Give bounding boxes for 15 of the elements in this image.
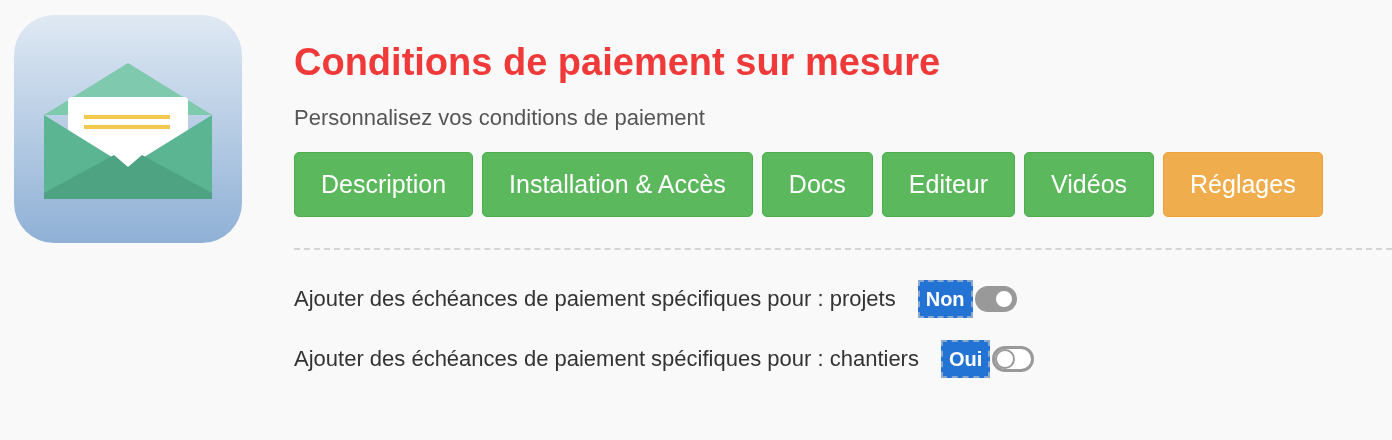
tab[interactable]: Installation & Accès xyxy=(482,152,753,217)
toggle-switch[interactable] xyxy=(974,286,1017,312)
page-title: Conditions de paiement sur mesure xyxy=(294,40,941,84)
envelope-app-icon xyxy=(14,15,242,243)
tab[interactable]: Docs xyxy=(761,152,873,217)
toggle-switch[interactable] xyxy=(992,346,1035,372)
tab[interactable]: Description xyxy=(294,152,474,217)
tab[interactable]: Vidéos xyxy=(1024,152,1155,217)
setting-label: Ajouter des échéances de paiement spécifiques pour : projets xyxy=(294,285,896,313)
tab[interactable]: Réglages xyxy=(1163,152,1323,217)
page-subtitle: Personnalisez vos conditions de paiement xyxy=(294,104,705,132)
setting-value: Oui xyxy=(940,340,991,378)
tab[interactable]: Editeur xyxy=(881,152,1016,217)
setting-label: Ajouter des échéances de paiement spécifiques pour : chantiers xyxy=(294,345,919,373)
setting-value: Non xyxy=(917,280,973,318)
